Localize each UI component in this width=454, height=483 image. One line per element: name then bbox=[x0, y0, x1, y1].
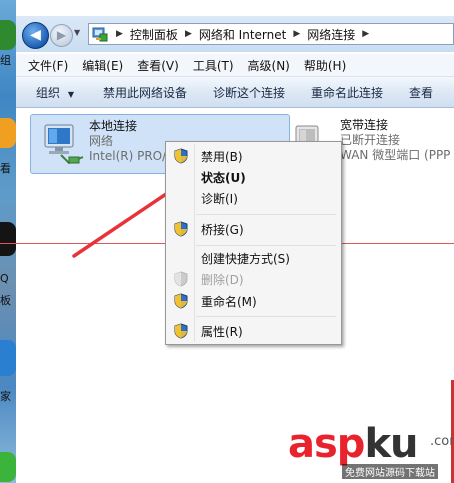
menu-item-properties[interactable]: 属性(R) bbox=[168, 320, 339, 342]
desktop-label: 组 bbox=[0, 54, 11, 67]
desktop-label: 板 bbox=[0, 294, 11, 307]
rename-connection-button[interactable]: 重命名此连接 bbox=[298, 84, 396, 101]
breadcrumb-network-connections[interactable]: 网络连接 bbox=[307, 26, 355, 43]
connection-name: 宽带连接 bbox=[340, 118, 389, 132]
forward-button[interactable]: ▶ bbox=[50, 24, 73, 47]
desktop-strip: 组 看 Q 板 家 bbox=[0, 0, 16, 483]
menu-item-label: 禁用(B) bbox=[201, 149, 243, 164]
connection-name: 本地连接 bbox=[89, 119, 138, 133]
menu-item-label: 诊断(I) bbox=[201, 191, 238, 206]
watermark-domain: .com bbox=[430, 434, 454, 449]
menu-bar: 文件(F) 编辑(E) 查看(V) 工具(T) 高级(N) 帮助(H) bbox=[16, 54, 454, 77]
menu-file[interactable]: 文件(F) bbox=[16, 57, 75, 74]
chevron-right-icon[interactable]: ▶ bbox=[116, 29, 123, 39]
menu-advanced[interactable]: 高级(N) bbox=[241, 57, 297, 74]
menu-item-disable[interactable]: 禁用(B) bbox=[168, 145, 339, 167]
desktop-label: 看 bbox=[0, 162, 11, 175]
uac-shield-icon bbox=[173, 221, 189, 237]
watermark-tagline: 免费网站源码下载站 bbox=[342, 464, 438, 479]
menu-view[interactable]: 查看(V) bbox=[130, 57, 186, 74]
menu-item-label: 状态(U) bbox=[201, 170, 246, 185]
menu-item-delete[interactable]: 删除(D) bbox=[168, 268, 339, 290]
menu-item-bridge[interactable]: 桥接(G) bbox=[168, 218, 339, 240]
chevron-down-icon: ▼ bbox=[67, 89, 74, 99]
network-adapter-icon bbox=[39, 121, 85, 167]
uac-shield-icon bbox=[173, 323, 189, 339]
context-menu: 禁用(B) 状态(U) 诊断(I) 桥接(G) 创建快捷方式(S) 删除(D) … bbox=[165, 141, 342, 345]
menu-item-label: 重命名(M) bbox=[201, 294, 257, 309]
watermark-ku: ku bbox=[364, 421, 418, 467]
menu-separator bbox=[196, 214, 336, 215]
chevron-right-icon[interactable]: ▶ bbox=[185, 29, 192, 39]
menu-separator bbox=[196, 316, 336, 317]
uac-shield-icon bbox=[173, 148, 189, 164]
back-button[interactable]: ◀ bbox=[22, 22, 49, 49]
history-dropdown-icon[interactable]: ▼ bbox=[74, 28, 80, 37]
disable-device-button[interactable]: 禁用此网络设备 bbox=[87, 84, 200, 101]
connection-device: WAN 微型端口 (PPP bbox=[340, 148, 451, 162]
menu-edit[interactable]: 编辑(E) bbox=[75, 57, 130, 74]
control-panel-icon bbox=[92, 26, 108, 42]
breadcrumb-network-internet[interactable]: 网络和 Internet bbox=[199, 26, 286, 43]
menu-item-rename[interactable]: 重命名(M) bbox=[168, 290, 339, 312]
uac-shield-icon bbox=[173, 293, 189, 309]
menu-separator bbox=[196, 245, 336, 246]
connection-type: 网络 bbox=[89, 134, 114, 148]
menu-help[interactable]: 帮助(H) bbox=[297, 57, 353, 74]
desktop-icon-blob bbox=[0, 118, 16, 148]
uac-shield-icon bbox=[173, 271, 189, 287]
watermark-asp: asp bbox=[288, 421, 365, 467]
menu-tools[interactable]: 工具(T) bbox=[186, 57, 241, 74]
desktop-label: 家 bbox=[0, 390, 11, 403]
chevron-right-icon[interactable]: ▶ bbox=[293, 29, 300, 39]
navigation-bar: ◀ ▶ ▼ ▶ 控制面板 ▶ 网络和 Internet ▶ 网络连接 ▶ bbox=[16, 16, 454, 52]
menu-item-label: 属性(R) bbox=[201, 324, 243, 339]
breadcrumb: ▶ 控制面板 ▶ 网络和 Internet ▶ 网络连接 ▶ bbox=[112, 26, 376, 43]
breadcrumb-control-panel[interactable]: 控制面板 bbox=[130, 26, 178, 43]
organize-label: 组织 bbox=[36, 85, 61, 100]
desktop-icon-blob bbox=[0, 452, 16, 482]
desktop-icon-blob bbox=[0, 222, 16, 256]
diagnose-connection-button[interactable]: 诊断这个连接 bbox=[200, 84, 298, 101]
menu-item-diagnose[interactable]: 诊断(I) bbox=[168, 187, 339, 209]
desktop-icon-blob bbox=[0, 20, 16, 50]
chevron-right-icon[interactable]: ▶ bbox=[362, 29, 369, 39]
arrow-left-icon: ◀ bbox=[30, 27, 41, 43]
menu-item-label: 删除(D) bbox=[201, 272, 244, 287]
watermark-logo: aspku bbox=[288, 420, 419, 468]
menu-item-status[interactable]: 状态(U) bbox=[168, 166, 339, 188]
watermark: aspku .com 免费网站源码下载站 bbox=[280, 420, 454, 483]
command-bar: 组织 ▼ 禁用此网络设备 诊断这个连接 重命名此连接 查看 bbox=[16, 77, 454, 108]
menu-item-create-shortcut[interactable]: 创建快捷方式(S) bbox=[168, 247, 339, 269]
menu-item-label: 桥接(G) bbox=[201, 222, 244, 237]
address-bar[interactable]: ▶ 控制面板 ▶ 网络和 Internet ▶ 网络连接 ▶ bbox=[88, 23, 454, 45]
connection-device: Intel(R) PRO/ bbox=[89, 149, 167, 163]
organize-button[interactable]: 组织 ▼ bbox=[16, 84, 87, 101]
menu-item-label: 创建快捷方式(S) bbox=[201, 251, 290, 266]
view-status-button[interactable]: 查看 bbox=[396, 84, 446, 101]
arrow-right-icon: ▶ bbox=[56, 28, 67, 42]
desktop-label: Q bbox=[0, 272, 9, 285]
desktop-icon-blob bbox=[0, 340, 16, 376]
connection-status: 已断开连接 bbox=[340, 133, 401, 147]
